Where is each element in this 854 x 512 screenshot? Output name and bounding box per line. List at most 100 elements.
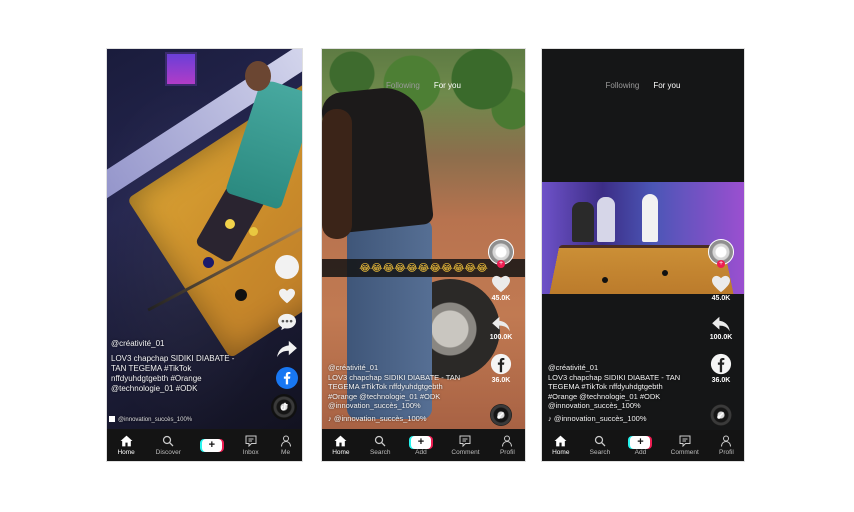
- nav-label: Search: [589, 449, 611, 456]
- nav-profile[interactable]: Profil: [719, 435, 734, 456]
- like-button[interactable]: [278, 288, 296, 304]
- feed-tabs: Following For you: [542, 81, 744, 90]
- tab-following[interactable]: Following: [386, 81, 420, 90]
- nav-profile[interactable]: Me: [280, 435, 292, 456]
- facebook-count: 36.0K: [711, 377, 731, 384]
- phone-screen-2: 😂😂😂😂😂😂😂😂😂😂😂 Following For you + 45.0K 10…: [322, 49, 525, 461]
- nav-discover[interactable]: Discover: [156, 435, 181, 456]
- music-info[interactable]: ♪ @innovation_succès_100%: [548, 414, 708, 424]
- nav-profile[interactable]: Profil: [500, 435, 515, 456]
- share-button[interactable]: 100.0K: [709, 316, 733, 341]
- nav-create[interactable]: +: [201, 439, 222, 452]
- nav-comment[interactable]: Comment: [671, 435, 699, 456]
- nav-label: Home: [117, 449, 135, 456]
- profile-icon: [502, 435, 513, 447]
- caption-line: @innovation_succès_100%: [328, 401, 421, 410]
- caption-username[interactable]: @créativité_01: [328, 363, 488, 373]
- caption-line: #Orange @technologie_01 #ODK: [328, 391, 441, 401]
- player-head: [245, 61, 271, 91]
- nav-label: Add: [634, 448, 647, 456]
- nav-search[interactable]: Search: [589, 435, 611, 456]
- pool-ball: [235, 289, 247, 301]
- facebook-icon: [710, 353, 732, 375]
- caption-line: LOV3 chapchap SIDIKI DIABATE - TAN: [328, 372, 461, 382]
- tab-following[interactable]: Following: [606, 81, 640, 90]
- caption-line: @technologie_01 #ODK: [111, 384, 198, 393]
- pool-ball: [602, 277, 608, 283]
- comment-button[interactable]: [277, 313, 297, 331]
- creator-avatar[interactable]: [275, 255, 299, 279]
- share-count: 100.0K: [709, 334, 733, 341]
- nav-label: Profil: [719, 449, 734, 456]
- nav-add[interactable]: + Add: [410, 435, 431, 456]
- facebook-share-button[interactable]: 36.0K: [490, 353, 512, 384]
- music-info[interactable]: @innovation_succès_100%: [109, 415, 192, 425]
- pool-ball: [662, 270, 668, 276]
- caption-line: @innovation_succès_100%: [548, 401, 641, 410]
- music-disc[interactable]: [710, 404, 732, 426]
- heart-icon: [492, 275, 510, 293]
- feed-tabs: Following For you: [322, 81, 525, 90]
- person: [572, 202, 594, 242]
- plus-icon: +: [410, 435, 431, 449]
- facebook-share-button[interactable]: [276, 367, 298, 389]
- video-caption: @créativité_01 LOV3 chapchap SIDIKI DIAB…: [328, 363, 488, 423]
- person: [597, 197, 615, 242]
- like-button[interactable]: 45.0K: [491, 275, 511, 302]
- nav-label: Comment: [670, 449, 699, 456]
- message-icon: [679, 435, 691, 447]
- tab-for-you[interactable]: For you: [653, 81, 680, 90]
- phone-screen-3: Following For you + 45.0K 100.0K 36.0K @…: [542, 49, 744, 461]
- caption-username[interactable]: @créativité_01: [548, 363, 708, 373]
- caption-line: #Orange @technologie_01 #ODK: [548, 391, 661, 401]
- follow-plus-icon[interactable]: +: [497, 260, 505, 268]
- creator-avatar[interactable]: +: [708, 239, 734, 268]
- action-bar: + 45.0K 100.0K 36.0K: [708, 239, 734, 384]
- share-button[interactable]: [276, 340, 298, 358]
- music-disc[interactable]: [490, 404, 512, 426]
- share-count: 100.0K: [489, 334, 513, 341]
- nav-inbox[interactable]: Inbox: [243, 435, 259, 456]
- nav-label: Home: [332, 449, 350, 456]
- music-info[interactable]: ♪ @innovation_succès_100%: [328, 414, 488, 424]
- creator-avatar[interactable]: +: [488, 239, 514, 268]
- caption-line: LOV3 chapchap SIDIKI DIABATE -: [111, 354, 235, 363]
- home-icon: [120, 435, 133, 447]
- home-icon: [554, 435, 567, 447]
- follow-plus-icon[interactable]: +: [717, 260, 725, 268]
- music-disc[interactable]: [271, 394, 297, 420]
- music-label: @innovation_succès_100%: [553, 413, 647, 423]
- man-arm: [322, 109, 352, 239]
- nav-add[interactable]: + Add: [630, 435, 651, 456]
- profile-icon: [721, 435, 732, 447]
- nav-home[interactable]: Home: [552, 435, 569, 456]
- nav-label: Me: [281, 449, 291, 456]
- facebook-share-button[interactable]: 36.0K: [710, 353, 732, 384]
- tab-for-you[interactable]: For you: [434, 81, 461, 90]
- reply-arrow-icon: [492, 316, 510, 332]
- caption-line: nffdyuhdgtgebth #Orange: [111, 374, 202, 383]
- profile-icon: [280, 435, 291, 447]
- pool-ball: [249, 227, 258, 236]
- phone-screen-1: @créativité_01 LOV3 chapchap SIDIKI DIAB…: [107, 49, 302, 461]
- music-label: @innovation_succès_100%: [333, 413, 427, 423]
- nav-search[interactable]: Search: [370, 435, 391, 456]
- nav-label: Comment: [451, 449, 480, 456]
- nav-label: Home: [552, 449, 570, 456]
- caption-line: TEGEMA #TikTok nffdyuhdgtgebth: [328, 382, 443, 391]
- caption-username[interactable]: @créativité_01: [111, 339, 266, 349]
- bottom-navigation: Home Discover + Inbox Me: [107, 430, 302, 461]
- heart-icon: [712, 275, 730, 293]
- bottom-navigation: Home Search + Add Comment Profil: [542, 430, 744, 461]
- nav-home[interactable]: Home: [117, 435, 135, 456]
- message-icon: [459, 435, 471, 447]
- share-button[interactable]: 100.0K: [489, 316, 513, 341]
- like-button[interactable]: 45.0K: [711, 275, 731, 302]
- nav-label: Search: [369, 449, 391, 456]
- nav-comment[interactable]: Comment: [451, 435, 480, 456]
- person: [642, 194, 658, 242]
- bottom-navigation: Home Search + Add Comment Profil: [322, 430, 525, 461]
- caption-line: TEGEMA #TikTok nffdyuhdgtgebth: [548, 382, 663, 391]
- nav-home[interactable]: Home: [332, 435, 350, 456]
- plus-icon: +: [201, 439, 222, 452]
